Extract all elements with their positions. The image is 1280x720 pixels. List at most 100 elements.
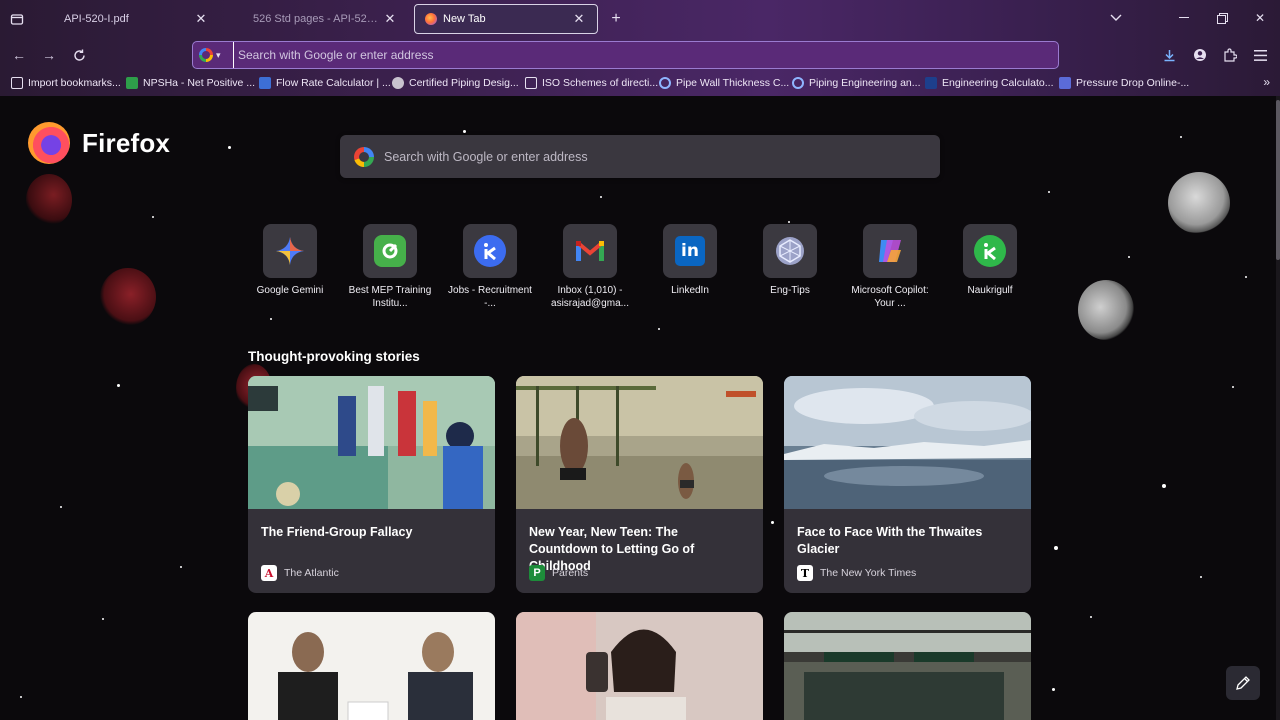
shortcut-eng-tips[interactable]: Eng-Tips: [740, 224, 840, 297]
tab-bar: API-520-I.pdf ✕ 526 Std pages - API-526.…: [0, 0, 1280, 38]
bookmark-npsha[interactable]: NPSHa - Net Positive ...: [126, 75, 255, 91]
download-icon[interactable]: [1158, 44, 1180, 66]
bookmark-label: ISO Schemes of directi...: [542, 77, 659, 89]
gemini-icon: [276, 237, 304, 265]
account-icon[interactable]: [1189, 44, 1211, 66]
shortcut-tile[interactable]: in: [663, 224, 717, 278]
story-source: A The Atlantic: [261, 565, 339, 581]
tab-api-526[interactable]: 526 Std pages - API-526.pdf ✕: [225, 4, 408, 34]
reload-icon[interactable]: [68, 44, 90, 66]
search-input[interactable]: [384, 149, 940, 164]
page-icon: [525, 77, 537, 89]
shortcut-label: LinkedIn: [671, 285, 709, 296]
shortcut-label: Best MEP Training Institu...: [348, 285, 432, 309]
shortcut-label: Naukrigulf: [967, 285, 1013, 296]
tab-title: 526 Std pages - API-526.pdf: [253, 13, 382, 25]
address-input[interactable]: [233, 42, 1058, 68]
tab-new-tab[interactable]: New Tab ✕: [414, 4, 598, 34]
story-image: [516, 612, 763, 720]
story-source: P Parents: [529, 565, 588, 581]
bookmark-label: Import bookmarks...: [28, 77, 121, 89]
shortcut-gmail[interactable]: Inbox (1,010) - asisrajad@gma...: [540, 224, 640, 310]
shortcut-google-gemini[interactable]: Google Gemini: [240, 224, 340, 297]
shortcut-best-mep[interactable]: Best MEP Training Institu...: [340, 224, 440, 310]
shortcut-tile[interactable]: [563, 224, 617, 278]
story-card[interactable]: Face to Face With the Thwaites Glacier T…: [784, 376, 1031, 593]
close-icon[interactable]: ✕: [193, 11, 209, 27]
bookmark-label: Certified Piping Desig...: [409, 77, 519, 89]
shortcut-tile[interactable]: [963, 224, 1017, 278]
globe-icon: [392, 77, 404, 89]
pencil-icon[interactable]: [1226, 666, 1260, 700]
tab-api-520[interactable]: API-520-I.pdf ✕: [36, 4, 219, 34]
story-image: [248, 376, 495, 509]
bookmark-pressure-drop[interactable]: Pressure Drop Online-...: [1059, 75, 1189, 91]
browser-chrome: API-520-I.pdf ✕ 526 Std pages - API-526.…: [0, 0, 1280, 96]
restore-icon[interactable]: [1212, 8, 1232, 28]
chevron-down-icon: ▾: [216, 49, 221, 60]
bookmark-label: Pipe Wall Thickness C...: [676, 77, 790, 89]
bookmark-pipe-wall[interactable]: Pipe Wall Thickness C...: [659, 75, 789, 91]
shortcut-jobs[interactable]: Jobs - Recruitment -...: [440, 224, 540, 310]
shortcut-linkedin[interactable]: in LinkedIn: [640, 224, 740, 297]
google-icon: [199, 48, 213, 62]
bookmark-piping-engineering[interactable]: Piping Engineering an...: [792, 75, 921, 91]
story-image: [784, 612, 1031, 720]
close-window-icon[interactable]: ✕: [1250, 8, 1270, 28]
minimize-icon[interactable]: [1174, 8, 1194, 28]
firefox-logo: Firefox: [28, 122, 170, 164]
shortcut-tile[interactable]: [763, 224, 817, 278]
tab-list-icon[interactable]: [6, 8, 28, 30]
shortcut-label: Google Gemini: [256, 285, 324, 296]
shortcut-naukrigulf[interactable]: Naukrigulf: [940, 224, 1040, 297]
bookmark-import[interactable]: Import bookmarks...: [11, 75, 121, 91]
story-card-partial[interactable]: [516, 612, 763, 720]
close-icon[interactable]: ✕: [382, 11, 398, 27]
shortcut-tile[interactable]: [263, 224, 317, 278]
bookmark-label: Pressure Drop Online-...: [1076, 77, 1190, 89]
bookmark-flow-rate[interactable]: Flow Rate Calculator | ...: [259, 75, 391, 91]
bookmark-certified-piping[interactable]: Certified Piping Desig...: [392, 75, 519, 91]
shortcut-label: Jobs - Recruitment -...: [448, 285, 532, 309]
navigation-bar: ← → ▾: [0, 38, 1280, 72]
story-title: Face to Face With the Thwaites Glacier: [797, 525, 983, 556]
shortcut-tile[interactable]: [363, 224, 417, 278]
firefox-logo-icon: [28, 122, 70, 164]
plus-icon[interactable]: +: [606, 9, 626, 29]
scrollbar-thumb[interactable]: [1276, 100, 1280, 260]
menu-icon[interactable]: [1249, 44, 1271, 66]
stories-heading: Thought-provoking stories: [248, 349, 420, 364]
search-engine-button[interactable]: ▾: [199, 45, 233, 65]
bookmark-iso-schemes[interactable]: ISO Schemes of directi...: [525, 75, 658, 91]
import-icon: [11, 77, 23, 89]
story-card[interactable]: The Friend-Group Fallacy A The Atlantic: [248, 376, 495, 593]
parents-icon: P: [529, 565, 545, 581]
circle-icon: [792, 77, 804, 89]
url-bar: ▾: [192, 41, 1059, 69]
close-icon[interactable]: ✕: [571, 11, 587, 27]
story-image: [784, 376, 1031, 509]
shortcut-tile[interactable]: [863, 224, 917, 278]
shortcut-label: Microsoft Copilot: Your ...: [851, 285, 929, 309]
mep-icon: [374, 235, 406, 267]
forward-arrow-icon[interactable]: →: [38, 44, 60, 66]
story-card-partial[interactable]: [784, 612, 1031, 720]
back-arrow-icon[interactable]: ←: [8, 44, 30, 66]
npsha-icon: [126, 77, 138, 89]
story-image: [516, 376, 763, 509]
linkedin-icon: in: [675, 236, 705, 266]
the-atlantic-icon: A: [261, 565, 277, 581]
bookmark-engineering-calculator[interactable]: Engineering Calculato...: [925, 75, 1054, 91]
bookmarks-toolbar: Import bookmarks... NPSHa - Net Positive…: [0, 72, 1280, 94]
shortcut-tile[interactable]: [463, 224, 517, 278]
extensions-icon[interactable]: [1219, 44, 1241, 66]
chevron-down-icon[interactable]: [1106, 8, 1126, 28]
brand-wordmark: Firefox: [82, 127, 171, 158]
chevron-double-right-icon[interactable]: »: [1263, 75, 1270, 89]
story-source-name: The New York Times: [820, 567, 917, 579]
story-card-partial[interactable]: [248, 612, 495, 720]
story-card[interactable]: New Year, New Teen: The Countdown to Let…: [516, 376, 763, 593]
firefox-favicon-icon: [425, 13, 437, 25]
shortcut-copilot[interactable]: Microsoft Copilot: Your ...: [840, 224, 940, 310]
story-image: [248, 612, 495, 720]
